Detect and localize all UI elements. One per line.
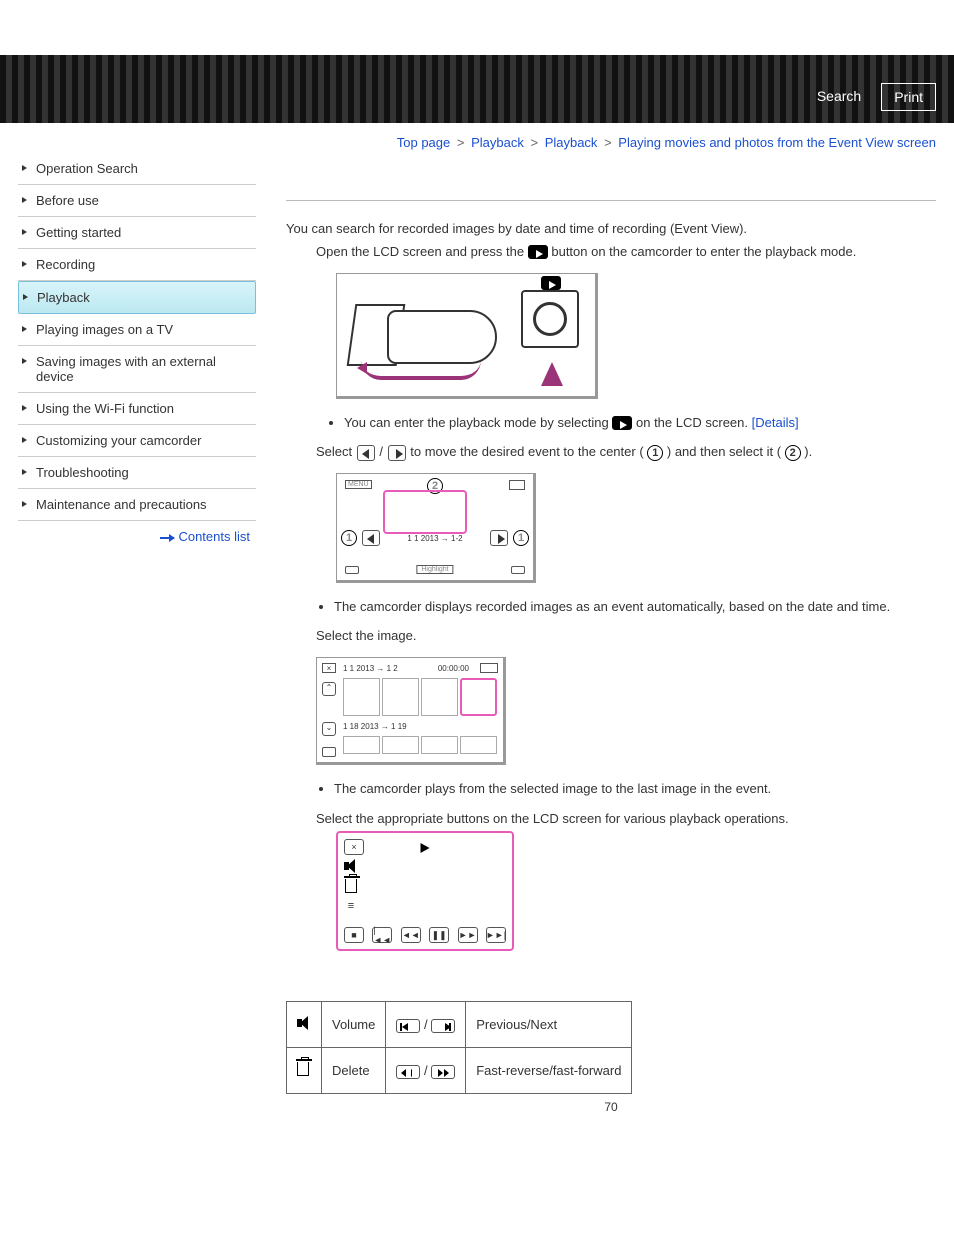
context-icon: ≡ bbox=[344, 899, 358, 913]
cell-icon bbox=[287, 1048, 322, 1094]
prev-icon bbox=[396, 1019, 420, 1033]
circled-1-icon: 1 bbox=[341, 530, 357, 546]
cell-label: Previous/Next bbox=[466, 1002, 632, 1048]
figure-camcorder bbox=[336, 273, 598, 399]
sidebar-item-operation-search[interactable]: Operation Search bbox=[18, 153, 256, 185]
circled-1-icon: 1 bbox=[513, 530, 529, 546]
bullet-auto-event: The camcorder displays recorded images a… bbox=[334, 597, 936, 617]
figure-image-grid: × 1 1 2013 → 1 2 00:00:00 ⌃ ⌄ 1 18 2013 … bbox=[316, 657, 506, 765]
figure-playback-controls: × ≡ ■ |◄◄ ◄◄ ❚❚ ►► ►►| bbox=[336, 831, 514, 951]
sidebar-item-before-use[interactable]: Before use bbox=[18, 185, 256, 217]
timecode: 00:00:00 bbox=[438, 664, 469, 673]
step-open-lcd: Open the LCD screen and press the button… bbox=[316, 242, 936, 263]
breadcrumb-current[interactable]: Playing movies and photos from the Event… bbox=[618, 135, 936, 150]
event-thumbnail-highlight bbox=[383, 490, 467, 534]
arrow-up-icon bbox=[541, 362, 563, 386]
delete-icon bbox=[297, 1062, 309, 1076]
cell-label: Volume bbox=[322, 1002, 386, 1048]
close-icon: × bbox=[344, 839, 364, 855]
date-range-2: 1 18 2013 → 1 19 bbox=[343, 722, 407, 731]
details-link[interactable]: [Details] bbox=[752, 415, 799, 430]
sidebar-item-maintenance[interactable]: Maintenance and precautions bbox=[18, 489, 256, 521]
bottom-left-button-graphic bbox=[345, 566, 359, 574]
pause-icon: ❚❚ bbox=[429, 927, 449, 943]
nav-left-icon bbox=[357, 445, 375, 461]
nav-right-icon bbox=[388, 445, 406, 461]
mode-button-graphic bbox=[509, 480, 525, 490]
fast-reverse-icon: ◄◄ bbox=[401, 927, 421, 943]
intro-text: You can search for recorded images by da… bbox=[286, 219, 936, 240]
fast-forward-icon: ►► bbox=[458, 927, 478, 943]
selected-thumbnail bbox=[460, 678, 497, 716]
circled-2-icon: 2 bbox=[785, 445, 801, 461]
close-icon: × bbox=[322, 663, 336, 673]
cell-icon: / bbox=[386, 1048, 466, 1094]
sidebar-item-recording[interactable]: Recording bbox=[18, 249, 256, 281]
delete-icon bbox=[344, 879, 358, 893]
volume-icon bbox=[297, 1016, 311, 1030]
breadcrumb-playback-2[interactable]: Playback bbox=[545, 135, 598, 150]
breadcrumb-top[interactable]: Top page bbox=[397, 135, 451, 150]
sidebar-item-playback[interactable]: Playback bbox=[18, 281, 256, 314]
content-area: Top page > Playback > Playback > Playing… bbox=[256, 123, 954, 1134]
breadcrumb-playback-1[interactable]: Playback bbox=[471, 135, 524, 150]
playback-icon bbox=[541, 276, 561, 290]
search-button[interactable]: Search bbox=[805, 83, 873, 111]
switch-button-graphic bbox=[480, 663, 498, 673]
header-band: Search Print bbox=[0, 55, 954, 123]
bottom-right-button-graphic bbox=[511, 566, 525, 574]
cell-icon bbox=[287, 1002, 322, 1048]
next-icon: ►►| bbox=[486, 927, 506, 943]
nav-right-icon bbox=[490, 530, 508, 546]
figure-event-view: MENU 2 1 1 1 2013 → 1-2 1 Highlight bbox=[336, 473, 536, 583]
cell-icon: / bbox=[386, 1002, 466, 1048]
contents-list-link[interactable]: Contents list bbox=[178, 529, 250, 544]
step-select-image: Select the image. bbox=[316, 626, 936, 647]
playback-icon bbox=[612, 416, 632, 430]
stop-icon: ■ bbox=[344, 927, 364, 943]
playback-icon bbox=[528, 245, 548, 259]
breadcrumb: Top page > Playback > Playback > Playing… bbox=[286, 129, 936, 200]
menu-button-graphic: MENU bbox=[345, 480, 372, 489]
date-range-1: 1 1 2013 → 1 2 bbox=[343, 664, 398, 673]
volume-icon bbox=[344, 859, 358, 873]
bullet-plays-from: The camcorder plays from the selected im… bbox=[334, 779, 936, 799]
next-icon bbox=[431, 1019, 455, 1033]
bullet-enter-playback: You can enter the playback mode by selec… bbox=[344, 413, 936, 433]
sidebar-item-playing-tv[interactable]: Playing images on a TV bbox=[18, 314, 256, 346]
scroll-up-icon: ⌃ bbox=[322, 682, 336, 696]
sidebar-item-saving-external[interactable]: Saving images with an external device bbox=[18, 346, 256, 393]
page-number: 70 bbox=[286, 1100, 936, 1114]
sidebar-item-customizing[interactable]: Customizing your camcorder bbox=[18, 425, 256, 457]
cell-label: Fast-reverse/fast-forward bbox=[466, 1048, 632, 1094]
print-button[interactable]: Print bbox=[881, 83, 936, 111]
sidebar-item-getting-started[interactable]: Getting started bbox=[18, 217, 256, 249]
sidebar-item-troubleshooting[interactable]: Troubleshooting bbox=[18, 457, 256, 489]
arrow-right-icon bbox=[160, 537, 174, 539]
highlight-button-graphic: Highlight bbox=[416, 565, 453, 574]
fast-reverse-icon bbox=[396, 1065, 420, 1079]
scroll-down-icon: ⌄ bbox=[322, 722, 336, 736]
table-row: Volume / Previous/Next bbox=[287, 1002, 632, 1048]
divider bbox=[286, 200, 936, 201]
sidebar-item-wifi[interactable]: Using the Wi-Fi function bbox=[18, 393, 256, 425]
step-playback-ops: Select the appropriate buttons on the LC… bbox=[316, 809, 936, 830]
circled-1-icon: 1 bbox=[647, 445, 663, 461]
prev-icon: |◄◄ bbox=[372, 927, 392, 943]
step-select-event: Select / to move the desired event to th… bbox=[316, 442, 936, 463]
operations-table: Volume / Previous/Next Delete / Fast-rev… bbox=[286, 1001, 632, 1094]
fast-forward-icon bbox=[431, 1065, 455, 1079]
event-date-label: 1 1 2013 → 1-2 bbox=[407, 534, 462, 543]
bottom-button-graphic bbox=[322, 747, 336, 757]
cell-label: Delete bbox=[322, 1048, 386, 1094]
nav-left-icon bbox=[362, 530, 380, 546]
sidebar: Operation Search Before use Getting star… bbox=[0, 123, 256, 544]
table-row: Delete / Fast-reverse/fast-forward bbox=[287, 1048, 632, 1094]
play-icon bbox=[421, 843, 430, 853]
